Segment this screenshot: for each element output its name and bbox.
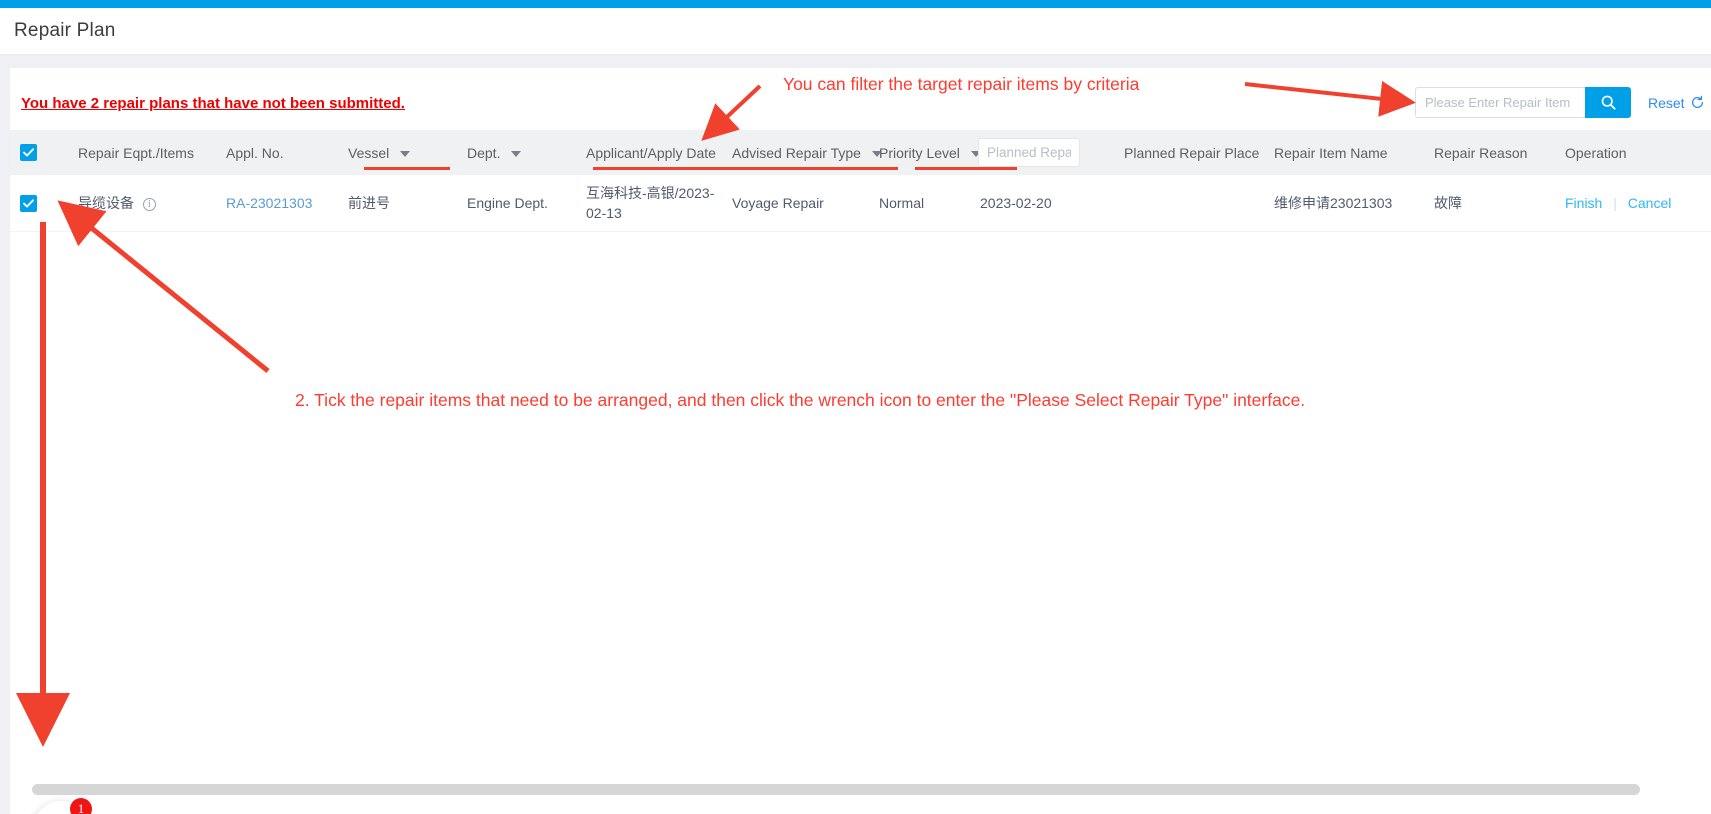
cell-planned-repair-place — [1114, 175, 1264, 232]
app-root: Repair Plan You have 2 repair plans that… — [0, 0, 1711, 814]
check-icon — [23, 199, 34, 208]
cell-repair-reason: 故障 — [1424, 175, 1555, 232]
column-header-operation: Operation — [1555, 130, 1711, 175]
search-toolbar: Reset — [1415, 87, 1705, 118]
cell-repair-eqpt: 导缆设备 i — [68, 175, 216, 232]
row-select-cell — [10, 175, 68, 232]
column-label: Repair Reason — [1434, 144, 1528, 161]
cell-planned-repair-date: 2023-02-20 — [972, 175, 1114, 232]
content-panel: You have 2 repair plans that have not be… — [10, 68, 1711, 814]
header-select-all-cell — [10, 130, 68, 175]
column-label: Applicant/Apply Date — [586, 144, 716, 161]
column-header-repair-item-name: Repair Item Name — [1264, 130, 1424, 175]
cancel-button[interactable]: Cancel — [1628, 195, 1672, 211]
column-label: Planned Repair Place — [1124, 144, 1260, 161]
info-circle-icon[interactable]: i — [142, 197, 156, 211]
search-button[interactable] — [1585, 87, 1631, 118]
page-header: Repair Plan — [0, 8, 1711, 55]
cell-advised-repair-type: Voyage Repair — [722, 175, 869, 232]
priority-header-underline — [915, 167, 1017, 170]
column-header-planned-repair-place: Planned Repair Place — [1114, 130, 1264, 175]
operation-separator: | — [1613, 195, 1617, 211]
check-icon — [23, 148, 34, 157]
appl-no-link[interactable]: RA-23021303 — [226, 195, 312, 211]
cell-vessel: 前进号 — [338, 175, 457, 232]
column-header-repair-reason: Repair Reason — [1424, 130, 1555, 175]
repair-plan-table-container[interactable]: Repair Eqpt./Items Appl. No. Vessel Dept… — [10, 130, 1711, 760]
search-icon — [1601, 95, 1616, 110]
annotation-filter-text: You can filter the target repair items b… — [783, 74, 1140, 94]
planned-repair-date-filter-input[interactable] — [978, 138, 1080, 167]
unsubmitted-plans-alert[interactable]: You have 2 repair plans that have not be… — [21, 95, 405, 112]
reset-label: Reset — [1648, 94, 1685, 111]
column-header-repair-eqpt: Repair Eqpt./Items — [68, 130, 216, 175]
table-row[interactable]: 导缆设备 i RA-23021303 前进号 Engine Dept. 互海科技… — [10, 175, 1711, 232]
top-accent-bar — [0, 0, 1711, 8]
horizontal-scrollbar[interactable] — [32, 784, 1640, 795]
column-label: Appl. No. — [226, 144, 284, 161]
vessel-header-underline — [364, 167, 450, 170]
finish-button[interactable]: Finish — [1565, 195, 1602, 211]
column-label: Repair Item Name — [1274, 144, 1388, 161]
page-title: Repair Plan — [14, 20, 116, 41]
header-gap-band — [0, 55, 1711, 68]
search-input[interactable] — [1415, 87, 1585, 118]
reset-button[interactable]: Reset — [1648, 95, 1705, 111]
row-checkbox[interactable] — [20, 194, 37, 212]
cell-dept: Engine Dept. — [457, 175, 576, 232]
repair-eqpt-text: 导缆设备 — [78, 195, 134, 211]
repair-plan-table: Repair Eqpt./Items Appl. No. Vessel Dept… — [10, 130, 1711, 232]
annotation-tick-text: 2. Tick the repair items that need to be… — [295, 390, 1306, 410]
column-label: Repair Eqpt./Items — [78, 144, 194, 161]
cell-appl-no[interactable]: RA-23021303 — [216, 175, 338, 232]
column-label: Vessel — [348, 144, 390, 161]
chevron-down-icon[interactable] — [400, 150, 411, 157]
refresh-icon — [1691, 95, 1703, 108]
applicant-advised-header-underline — [593, 167, 898, 170]
cell-applicant-apply-date: 互海科技-高银/2023-02-13 — [576, 175, 722, 232]
select-all-checkbox[interactable] — [20, 144, 37, 162]
cell-operation: Finish | Cancel — [1555, 175, 1711, 232]
cell-repair-item-name: 维修申请23021303 — [1264, 175, 1424, 232]
column-header-appl-no: Appl. No. — [216, 130, 338, 175]
column-header-dept[interactable]: Dept. — [457, 130, 576, 175]
left-rail — [0, 55, 10, 814]
column-label: Dept. — [467, 144, 501, 161]
column-label: Advised Repair Type — [732, 144, 861, 161]
column-label: Priority Level — [879, 144, 960, 161]
column-label: Operation — [1565, 144, 1627, 161]
chevron-down-icon[interactable] — [511, 150, 522, 157]
wrench-fab-badge: 1 — [70, 798, 92, 814]
cell-priority-level: Normal — [869, 175, 972, 232]
